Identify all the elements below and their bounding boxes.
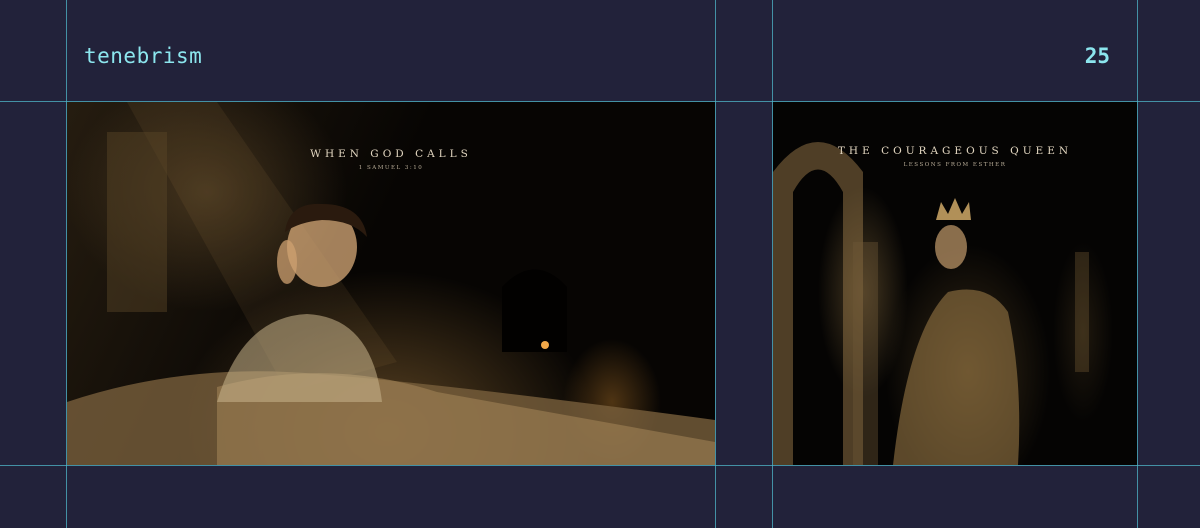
page-number: 25 <box>1084 44 1110 68</box>
guide-line-horizontal <box>0 465 1200 466</box>
artwork-title: THE COURAGEOUS QUEEN <box>837 145 1073 157</box>
site-title[interactable]: tenebrism <box>84 44 202 68</box>
artwork-subtitle: LESSONS FROM ESTHER <box>903 162 1007 168</box>
artwork-caption: WHEN GOD CALLS 1 SAMUEL 3:10 <box>67 148 715 171</box>
artwork-when-god-calls[interactable]: WHEN GOD CALLS 1 SAMUEL 3:10 <box>67 102 715 465</box>
guide-line-vertical <box>1137 0 1138 528</box>
artwork-courageous-queen[interactable]: THE COURAGEOUS QUEEN LESSONS FROM ESTHER <box>773 102 1137 465</box>
artwork-caption: THE COURAGEOUS QUEEN LESSONS FROM ESTHER <box>773 145 1137 168</box>
artwork-title: WHEN GOD CALLS <box>310 148 472 160</box>
guide-line-vertical <box>715 0 716 528</box>
artwork-subtitle: 1 SAMUEL 3:10 <box>358 165 424 171</box>
